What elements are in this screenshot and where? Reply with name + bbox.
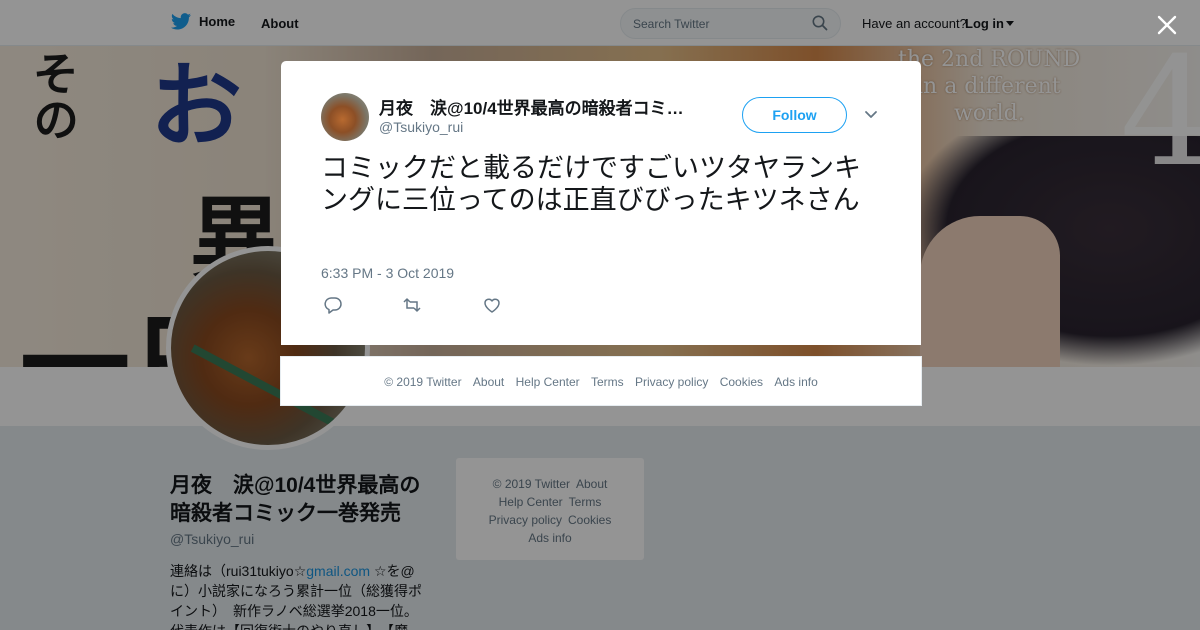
retweet-icon[interactable] — [402, 296, 422, 314]
like-heart-icon[interactable] — [482, 296, 502, 314]
reply-icon[interactable] — [323, 296, 343, 314]
follow-button[interactable]: Follow — [742, 97, 847, 133]
tweet-author-name[interactable]: 月夜 涙@10/4世界最高の暗殺者コミック一巻発売 — [379, 94, 694, 119]
tweet-modal: 月夜 涙@10/4世界最高の暗殺者コミック一巻発売 @Tsukiyo_rui F… — [281, 61, 921, 345]
footer-link-help[interactable]: Help Center — [516, 375, 580, 389]
footer-link-about[interactable]: About — [473, 375, 504, 389]
footer-link-privacy[interactable]: Privacy policy — [635, 375, 708, 389]
modal-footer: © 2019 Twitter About Help Center Terms P… — [280, 356, 922, 406]
tweet-author-handle[interactable]: @Tsukiyo_rui — [379, 119, 463, 135]
footer-copyright: © 2019 Twitter — [384, 375, 462, 389]
footer-link-terms[interactable]: Terms — [591, 375, 624, 389]
tweet-text: コミックだと載るだけですごいツタヤランキングに三位ってのは正直びびったキツネさん — [321, 153, 861, 216]
footer-link-ads[interactable]: Ads info — [774, 375, 817, 389]
chevron-down-icon[interactable] — [863, 109, 879, 121]
tweet-timestamp[interactable]: 6:33 PM - 3 Oct 2019 — [321, 265, 454, 281]
footer-link-cookies[interactable]: Cookies — [720, 375, 763, 389]
close-icon[interactable] — [1156, 14, 1178, 36]
tweet-avatar[interactable] — [321, 93, 369, 141]
